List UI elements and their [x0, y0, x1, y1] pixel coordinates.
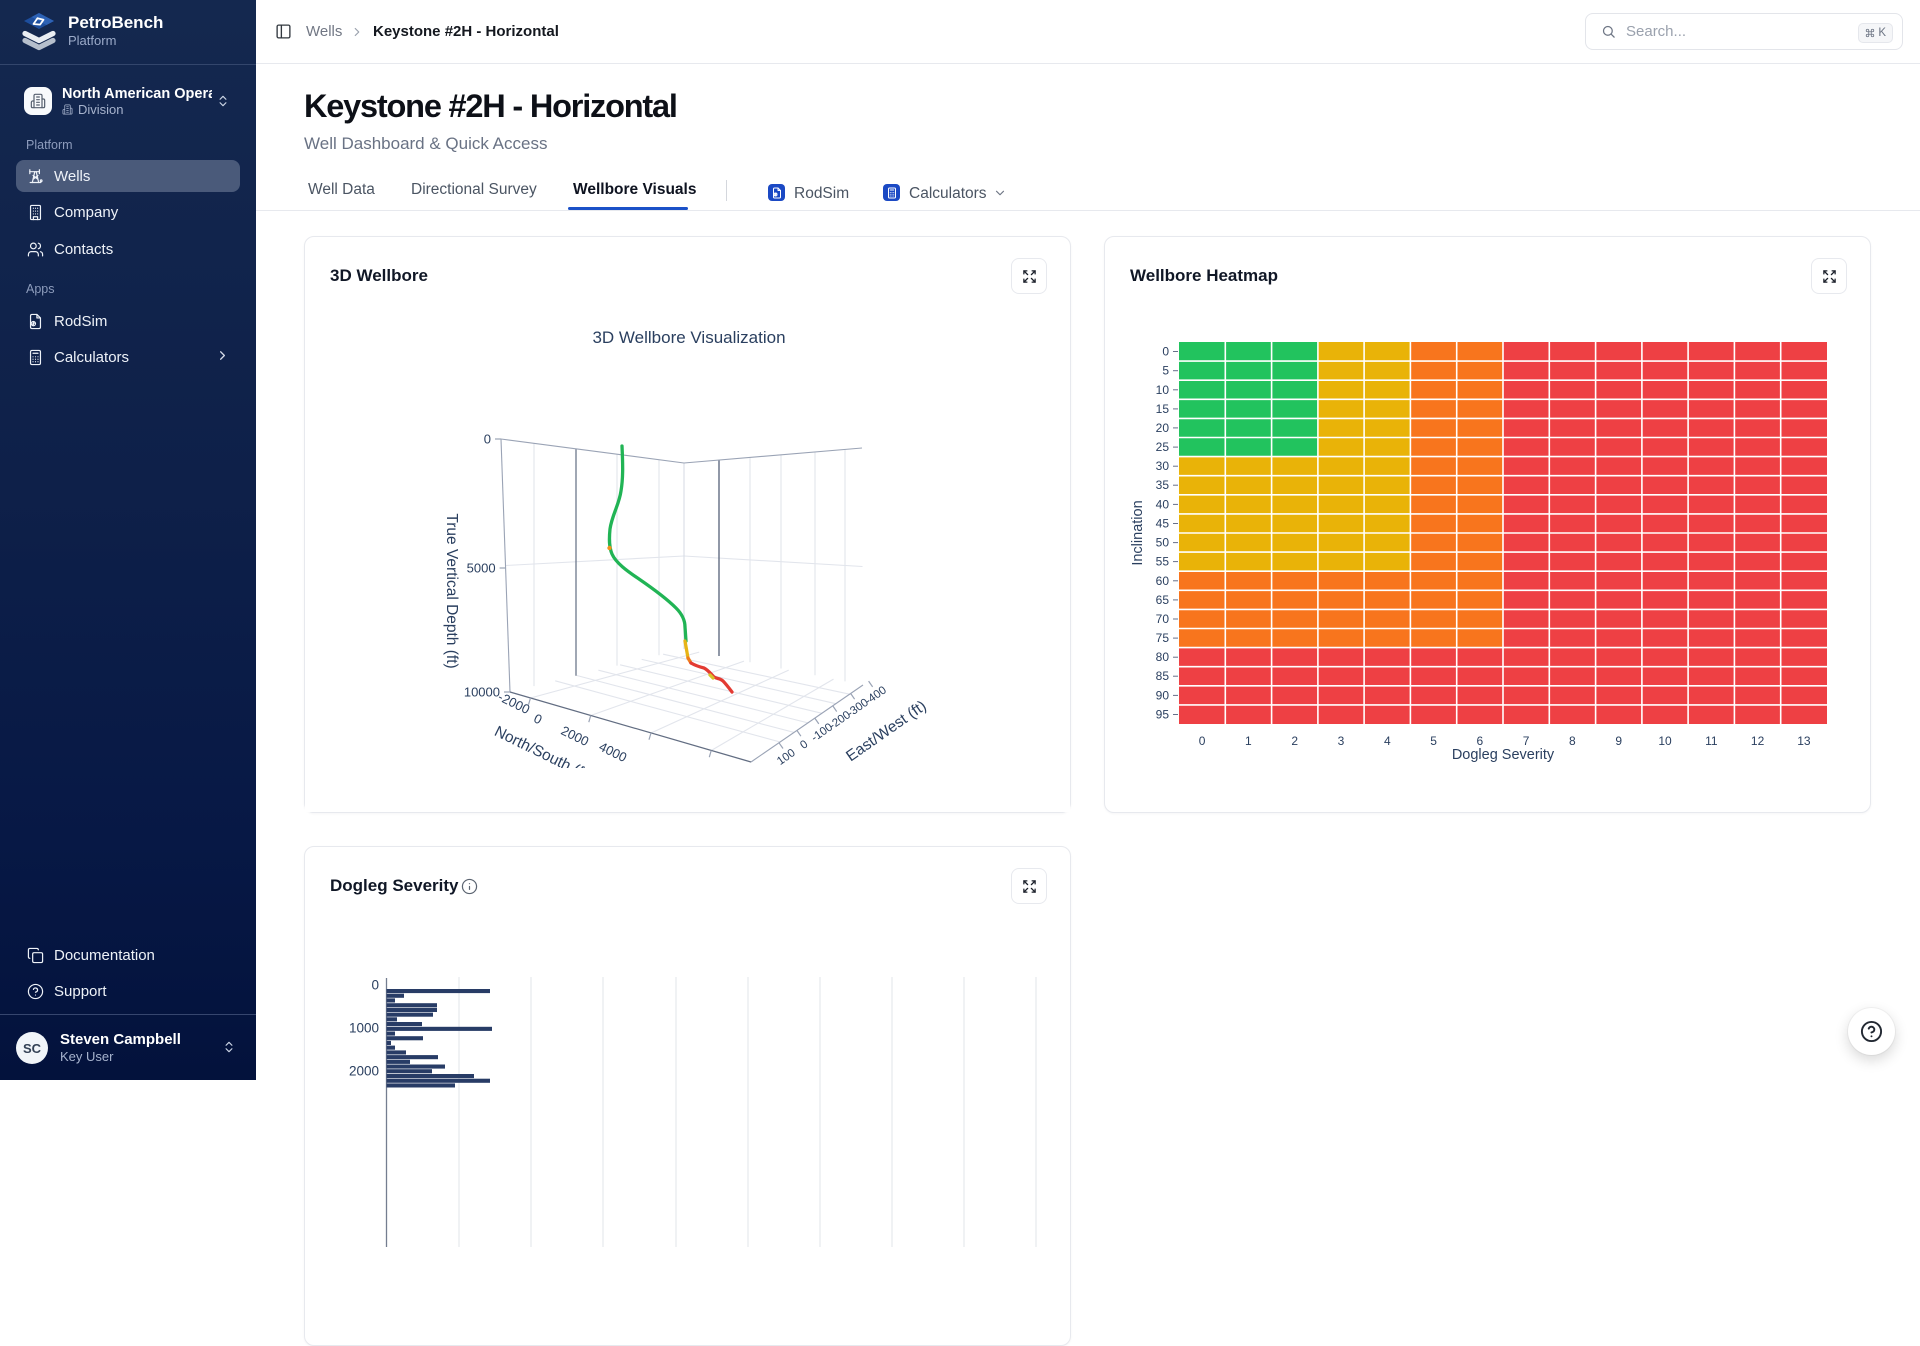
- svg-text:20: 20: [1156, 421, 1170, 435]
- svg-text:7: 7: [1523, 734, 1530, 748]
- svg-text:2: 2: [1291, 734, 1298, 748]
- svg-text:40: 40: [1156, 497, 1170, 511]
- svg-text:35: 35: [1156, 478, 1170, 492]
- svg-text:0: 0: [1162, 345, 1169, 359]
- svg-text:55: 55: [1156, 555, 1170, 569]
- svg-text:65: 65: [1156, 593, 1170, 607]
- svg-text:Inclination: Inclination: [1130, 500, 1146, 565]
- svg-text:0: 0: [1199, 734, 1206, 748]
- svg-text:90: 90: [1156, 688, 1170, 702]
- svg-text:10: 10: [1658, 734, 1672, 748]
- svg-text:12: 12: [1751, 734, 1765, 748]
- svg-text:8: 8: [1569, 734, 1576, 748]
- svg-text:3: 3: [1338, 734, 1345, 748]
- svg-text:5000: 5000: [467, 561, 496, 576]
- svg-text:10000: 10000: [464, 685, 500, 700]
- svg-text:1000: 1000: [349, 1021, 379, 1036]
- svg-text:-400: -400: [863, 684, 889, 707]
- svg-text:True Vertical Depth (ft): True Vertical Depth (ft): [443, 513, 460, 668]
- svg-text:70: 70: [1156, 612, 1170, 626]
- svg-text:45: 45: [1156, 517, 1170, 531]
- svg-text:95: 95: [1156, 708, 1170, 722]
- svg-text:11: 11: [1705, 734, 1718, 748]
- svg-text:3D Wellbore Visualization: 3D Wellbore Visualization: [592, 328, 785, 347]
- svg-text:0: 0: [798, 738, 810, 752]
- svg-text:80: 80: [1156, 650, 1170, 664]
- svg-text:10: 10: [1156, 383, 1170, 397]
- svg-text:15: 15: [1156, 402, 1170, 416]
- svg-text:1: 1: [1245, 734, 1252, 748]
- svg-text:5: 5: [1162, 364, 1169, 378]
- svg-text:85: 85: [1156, 669, 1170, 683]
- svg-text:Dogleg Severity: Dogleg Severity: [1452, 747, 1555, 763]
- svg-text:2000: 2000: [349, 1064, 379, 1079]
- svg-text:5: 5: [1430, 734, 1437, 748]
- svg-text:60: 60: [1156, 574, 1170, 588]
- svg-text:0: 0: [371, 978, 379, 993]
- svg-text:6: 6: [1477, 734, 1484, 748]
- svg-text:2000: 2000: [559, 723, 592, 749]
- svg-text:0: 0: [531, 711, 544, 728]
- svg-text:30: 30: [1156, 459, 1170, 473]
- svg-text:25: 25: [1156, 440, 1170, 454]
- svg-text:13: 13: [1797, 734, 1811, 748]
- svg-text:0: 0: [484, 432, 491, 447]
- svg-text:4: 4: [1384, 734, 1391, 748]
- svg-text:75: 75: [1156, 631, 1170, 645]
- svg-text:50: 50: [1156, 536, 1170, 550]
- svg-text:9: 9: [1615, 734, 1622, 748]
- svg-text:100: 100: [775, 747, 798, 768]
- svg-text:4000: 4000: [597, 739, 630, 765]
